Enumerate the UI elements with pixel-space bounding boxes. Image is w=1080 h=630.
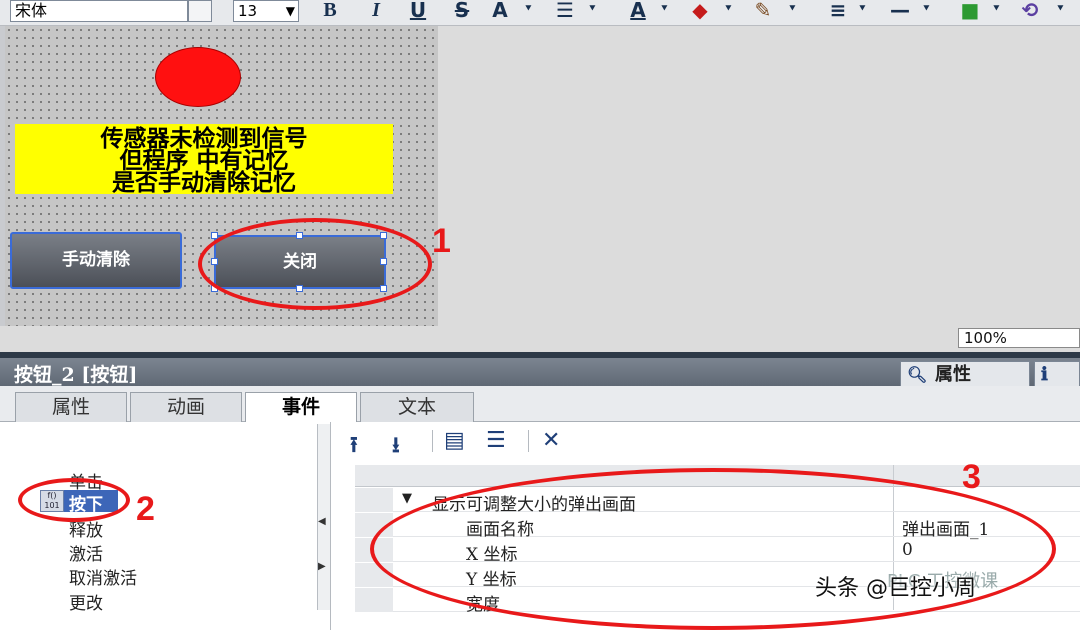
insert-row-icon[interactable]: ▤ xyxy=(444,428,465,453)
underline-button[interactable]: U xyxy=(406,0,430,22)
rotate-icon[interactable]: ⟲ xyxy=(1016,0,1044,22)
tab-text[interactable]: 文本 xyxy=(360,392,474,422)
magnifier-icon: 🔍︎ xyxy=(907,365,928,384)
toolbar-separator xyxy=(432,430,433,452)
strikethrough-button[interactable]: S xyxy=(450,0,474,22)
inspector-title: 按钮_2 [按钮] xyxy=(14,364,138,386)
properties-panel-tab[interactable]: 🔍︎ 属性 xyxy=(900,361,1030,388)
chevron-down-icon: ▼ xyxy=(285,4,295,18)
move-up-icon[interactable]: ⭱ xyxy=(350,428,358,466)
annotation-number-2: 2 xyxy=(136,490,155,528)
dropdown-arrow-icon[interactable]: ⯆ xyxy=(724,2,733,16)
zoom-field[interactable]: 100% xyxy=(958,328,1080,348)
italic-button[interactable]: I xyxy=(364,0,388,22)
line-width-icon[interactable]: ≡ xyxy=(824,0,852,22)
align-icon[interactable]: ☰ xyxy=(550,0,580,22)
indicator-lamp[interactable] xyxy=(155,47,241,107)
message-line: 是否手动清除记忆 xyxy=(112,169,296,196)
annotation-number-3: 3 xyxy=(962,458,981,496)
font-family-select[interactable]: 宋体 xyxy=(10,0,188,22)
font-size-value: 13 xyxy=(238,2,258,20)
delete-icon[interactable]: ✕ xyxy=(542,428,560,453)
collapse-icon[interactable]: ▼ xyxy=(402,491,412,506)
events-list xyxy=(0,422,330,630)
expand-list-icon[interactable]: ☰ xyxy=(486,428,506,453)
dropdown-arrow-icon[interactable]: ⯆ xyxy=(1056,2,1065,16)
dropdown-arrow-icon[interactable]: ⯆ xyxy=(660,2,669,16)
font-list-icon[interactable] xyxy=(188,0,212,22)
dropdown-arrow-icon[interactable]: ⯆ xyxy=(922,2,931,16)
tab-properties[interactable]: 属性 xyxy=(15,392,127,422)
line-style-icon[interactable]: — xyxy=(886,0,914,22)
text-color-button[interactable]: A xyxy=(624,0,652,22)
superscript-button[interactable]: A xyxy=(488,0,512,22)
info-panel-tab[interactable]: ℹ xyxy=(1034,361,1080,388)
canvas-status-strip xyxy=(0,326,1080,352)
annotation-ellipse-3 xyxy=(370,468,1056,630)
bold-button[interactable]: B xyxy=(318,0,342,22)
message-text-box[interactable]: 传感器未检测到信号 但程序 中有记忆 是否手动清除记忆 xyxy=(15,124,393,194)
move-down-icon[interactable]: ⭳ xyxy=(392,428,400,466)
scroll-right-icon[interactable]: ▶ xyxy=(318,561,326,572)
watermark: 头条 @巨控小周 xyxy=(815,576,976,601)
tab-events[interactable]: 事件 xyxy=(245,392,357,423)
toolbar-separator xyxy=(528,430,529,452)
canvas-workspace xyxy=(438,26,1080,326)
fill-pattern-icon[interactable]: ■ xyxy=(958,0,982,22)
properties-panel-tab-label: 属性 xyxy=(935,364,971,385)
annotation-ellipse-1 xyxy=(198,218,432,310)
manual-clear-button[interactable]: 手动清除 xyxy=(10,232,182,289)
scroll-left-icon[interactable]: ◀ xyxy=(318,516,326,527)
dropdown-arrow-icon[interactable]: ⯆ xyxy=(858,2,867,16)
dropdown-arrow-icon[interactable]: ⯆ xyxy=(524,2,533,16)
annotation-number-1: 1 xyxy=(432,222,451,260)
row-gutter xyxy=(355,588,393,612)
event-item-deactivate[interactable]: 取消激活 xyxy=(69,564,137,589)
event-item-change[interactable]: 更改 xyxy=(69,589,103,614)
dropdown-arrow-icon[interactable]: ⯆ xyxy=(588,2,597,16)
info-icon: ℹ xyxy=(1041,364,1048,385)
dropdown-arrow-icon[interactable]: ⯆ xyxy=(788,2,797,16)
font-size-select[interactable]: 13 ▼ xyxy=(233,0,299,22)
event-item-activate[interactable]: 激活 xyxy=(69,540,103,565)
fill-color-icon[interactable]: ◆ xyxy=(686,0,714,22)
dropdown-arrow-icon[interactable]: ⯆ xyxy=(992,2,1001,16)
tab-animation[interactable]: 动画 xyxy=(130,392,242,422)
line-color-icon[interactable]: ✎ xyxy=(748,0,778,22)
annotation-ellipse-2 xyxy=(18,478,130,522)
row-gutter xyxy=(355,488,393,512)
